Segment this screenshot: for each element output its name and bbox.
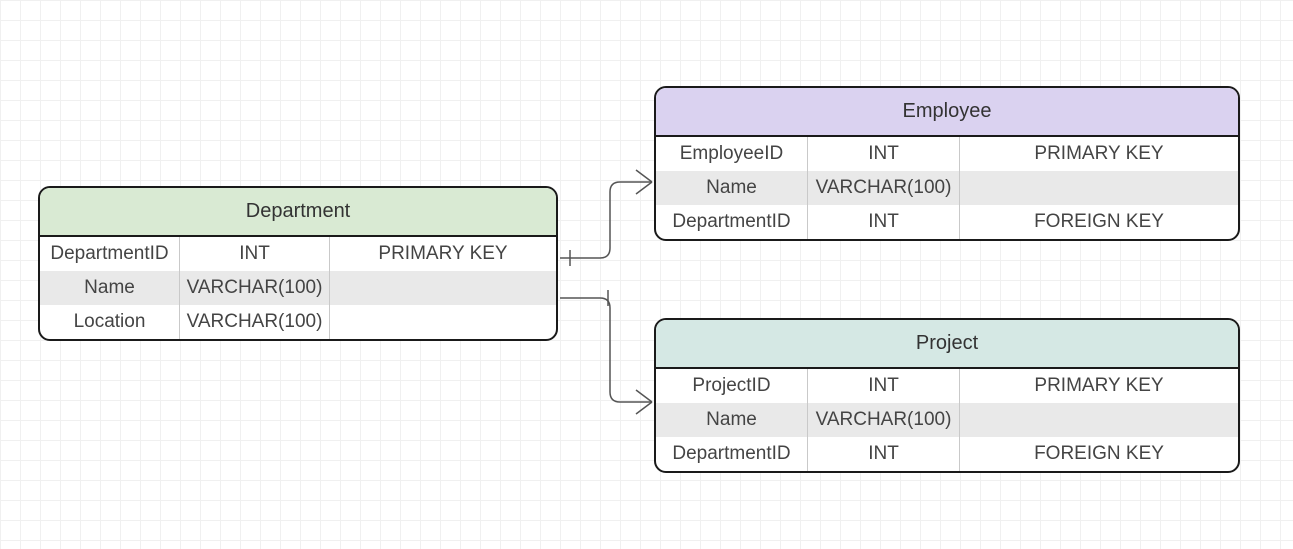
col-name: DepartmentID bbox=[40, 237, 180, 271]
col-type: VARCHAR(100) bbox=[180, 271, 330, 305]
col-key bbox=[960, 403, 1238, 437]
table-row: DepartmentID INT PRIMARY KEY bbox=[40, 237, 556, 271]
col-name: Name bbox=[40, 271, 180, 305]
col-key: FOREIGN KEY bbox=[960, 205, 1238, 239]
col-key bbox=[960, 171, 1238, 205]
entity-department-title: Department bbox=[40, 188, 556, 237]
col-type: VARCHAR(100) bbox=[808, 403, 960, 437]
table-row: DepartmentID INT FOREIGN KEY bbox=[656, 437, 1238, 471]
entity-employee-title: Employee bbox=[656, 88, 1238, 137]
table-row: Name VARCHAR(100) bbox=[656, 403, 1238, 437]
table-row: Name VARCHAR(100) bbox=[40, 271, 556, 305]
table-row: Location VARCHAR(100) bbox=[40, 305, 556, 339]
col-name: DepartmentID bbox=[656, 205, 808, 239]
diagram-canvas[interactable]: Department DepartmentID INT PRIMARY KEY … bbox=[0, 0, 1293, 549]
entity-employee-rows: EmployeeID INT PRIMARY KEY Name VARCHAR(… bbox=[656, 137, 1238, 239]
entity-project[interactable]: Project ProjectID INT PRIMARY KEY Name V… bbox=[654, 318, 1240, 473]
col-key: FOREIGN KEY bbox=[960, 437, 1238, 471]
entity-project-rows: ProjectID INT PRIMARY KEY Name VARCHAR(1… bbox=[656, 369, 1238, 471]
table-row: ProjectID INT PRIMARY KEY bbox=[656, 369, 1238, 403]
entity-department[interactable]: Department DepartmentID INT PRIMARY KEY … bbox=[38, 186, 558, 341]
col-name: EmployeeID bbox=[656, 137, 808, 171]
col-type: VARCHAR(100) bbox=[808, 171, 960, 205]
entity-employee[interactable]: Employee EmployeeID INT PRIMARY KEY Name… bbox=[654, 86, 1240, 241]
entity-project-title: Project bbox=[656, 320, 1238, 369]
col-name: ProjectID bbox=[656, 369, 808, 403]
col-name: Location bbox=[40, 305, 180, 339]
col-type: INT bbox=[808, 369, 960, 403]
col-name: Name bbox=[656, 403, 808, 437]
entity-department-rows: DepartmentID INT PRIMARY KEY Name VARCHA… bbox=[40, 237, 556, 339]
col-key bbox=[330, 305, 556, 339]
col-key bbox=[330, 271, 556, 305]
col-name: DepartmentID bbox=[656, 437, 808, 471]
col-name: Name bbox=[656, 171, 808, 205]
col-type: VARCHAR(100) bbox=[180, 305, 330, 339]
col-type: INT bbox=[808, 205, 960, 239]
col-key: PRIMARY KEY bbox=[960, 137, 1238, 171]
col-key: PRIMARY KEY bbox=[960, 369, 1238, 403]
col-type: INT bbox=[180, 237, 330, 271]
col-type: INT bbox=[808, 137, 960, 171]
col-key: PRIMARY KEY bbox=[330, 237, 556, 271]
table-row: Name VARCHAR(100) bbox=[656, 171, 1238, 205]
table-row: DepartmentID INT FOREIGN KEY bbox=[656, 205, 1238, 239]
table-row: EmployeeID INT PRIMARY KEY bbox=[656, 137, 1238, 171]
col-type: INT bbox=[808, 437, 960, 471]
